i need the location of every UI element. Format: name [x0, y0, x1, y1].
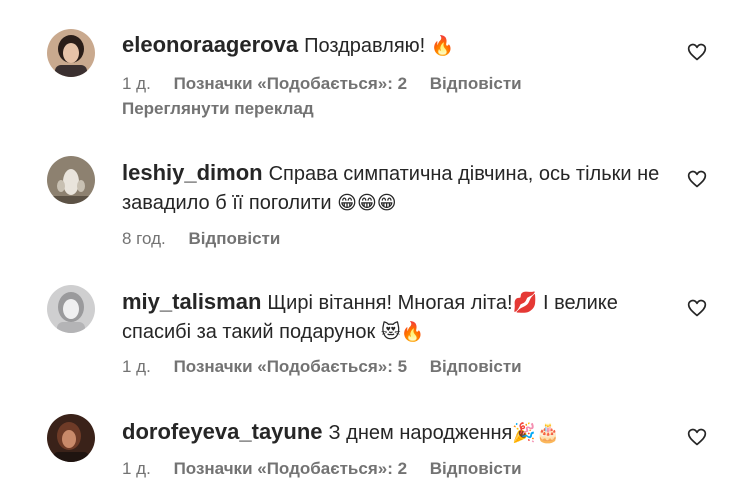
- comment-time[interactable]: 1 д.: [122, 459, 151, 478]
- comment-username[interactable]: eleonoraagerova: [122, 32, 298, 57]
- comment-time[interactable]: 1 д.: [122, 74, 151, 93]
- reply-button[interactable]: Відповісти: [430, 459, 522, 478]
- comment-meta: 1 д. Позначки «Подобається»: 2 Відповіст…: [122, 74, 540, 94]
- reply-button[interactable]: Відповісти: [188, 229, 280, 248]
- comment-username[interactable]: miy_talisman: [122, 289, 261, 314]
- likes-count-button[interactable]: Позначки «Подобається»: 2: [174, 74, 407, 93]
- comment-meta: 1 д. Позначки «Подобається»: 5 Відповіст…: [122, 357, 540, 377]
- comment-username[interactable]: leshiy_dimon: [122, 160, 263, 185]
- comment-meta: 8 год. Відповісти: [122, 229, 298, 249]
- avatar[interactable]: [47, 156, 95, 204]
- reply-button[interactable]: Відповісти: [430, 74, 522, 93]
- see-translation-button[interactable]: Переглянути переклад: [122, 99, 314, 119]
- comment-emojis: 🔥: [430, 35, 455, 57]
- avatar[interactable]: [47, 414, 95, 462]
- comment-body: miy_talisman Щирі вітання! Многая літа!💋 …: [122, 287, 677, 347]
- comment-body: dorofeyeva_tayune З днем народження🎉🎂: [122, 417, 677, 448]
- heart-outline-icon[interactable]: [687, 42, 707, 62]
- comment-text: Поздравляю!: [304, 35, 426, 57]
- likes-count-button[interactable]: Позначки «Подобається»: 5: [174, 357, 407, 376]
- comment-text: З днем народження: [328, 422, 513, 444]
- avatar-image: [47, 156, 95, 204]
- heart-outline-icon[interactable]: [687, 427, 707, 447]
- comment-meta: 1 д. Позначки «Подобається»: 2 Відповіст…: [122, 459, 540, 479]
- comment-body: leshiy_dimon Справа симпатична дівчина, о…: [122, 158, 677, 218]
- comment-emojis: 🎉🎂: [512, 422, 560, 444]
- avatar[interactable]: [47, 285, 95, 333]
- comment-time[interactable]: 8 год.: [122, 229, 166, 248]
- comment-time[interactable]: 1 д.: [122, 357, 151, 376]
- heart-outline-icon[interactable]: [687, 169, 707, 189]
- avatar[interactable]: [47, 29, 95, 77]
- heart-outline-icon[interactable]: [687, 298, 707, 318]
- avatar-image: [47, 285, 95, 333]
- comment-body: eleonoraagerova Поздравляю! 🔥: [122, 30, 677, 61]
- reply-button[interactable]: Відповісти: [430, 357, 522, 376]
- likes-count-button[interactable]: Позначки «Подобається»: 2: [174, 459, 407, 478]
- comment-emojis: 😁😁😁: [337, 192, 397, 214]
- comment-emojis: 😻🔥: [380, 321, 425, 343]
- avatar-image: [47, 29, 95, 77]
- avatar-image: [47, 414, 95, 462]
- comment-username[interactable]: dorofeyeva_tayune: [122, 419, 323, 444]
